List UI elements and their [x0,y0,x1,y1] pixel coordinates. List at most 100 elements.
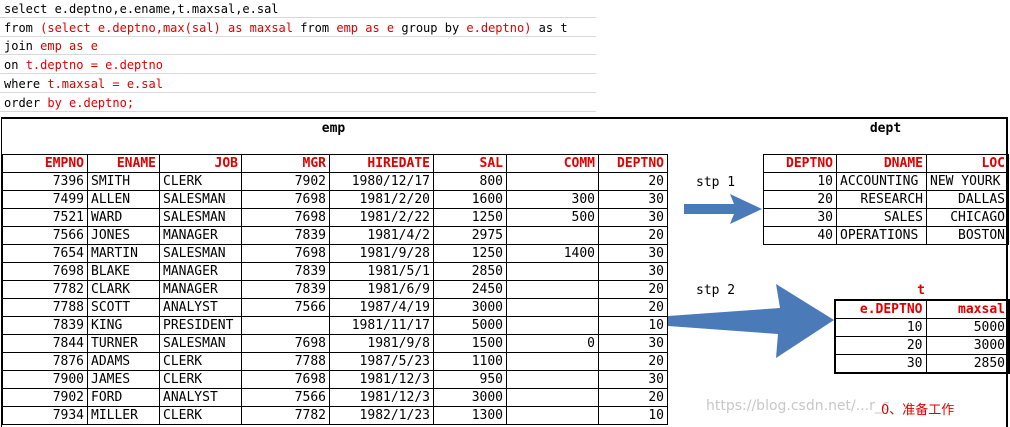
emp-cell: 7900 [2,370,88,389]
sql-token: t.deptno = e.deptno [25,58,163,73]
emp-header-cell: DEPTNO [598,154,668,173]
arrow-right-large-icon [668,284,834,358]
dept-header-cell: DNAME [836,154,927,173]
emp-cell: 7521 [2,208,88,227]
emp-cell: 7902 [241,172,330,191]
emp-cell: 1981/12/3 [329,388,434,407]
emp-cell [506,406,599,425]
emp-cell: 1500 [433,334,507,353]
emp-cell: 2975 [433,226,507,245]
table-row: 7654 MARTIN SALESMAN 7698 1981/9/28 1250 1400 3… [2,244,668,263]
emp-cell: 1981/6/9 [329,280,434,299]
emp-cell: 30 [598,262,668,281]
table-row: 10 5000 [834,318,1010,337]
emp-table: EMPNO ENAME JOB MGR HIREDATE SAL COMM DEPTNO 73… [2,154,668,425]
emp-cell: 0 [506,334,599,353]
emp-cell: 7782 [2,280,88,299]
dept-cell: 40 [763,226,837,245]
emp-cell: 7654 [2,244,88,263]
emp-cell: 1981/4/2 [329,226,434,245]
table-row: 7844 TURNER SALESMAN 7698 1981/9/8 1500 0 30 [2,334,668,353]
table-row: 7900 JAMES CLERK 7698 1981/12/3 950 30 [2,370,668,389]
emp-cell: 7698 [2,262,88,281]
dept-header-cell: LOC [926,154,1009,173]
dept-cell: 30 [763,208,837,227]
emp-cell: 7566 [241,298,330,317]
emp-cell: 30 [598,208,668,227]
sql-token: order [4,95,48,110]
sql-line: join emp as e [0,37,596,56]
emp-cell: 1982/1/23 [329,406,434,425]
emp-cell: 7788 [241,352,330,371]
emp-cell: 950 [433,370,507,389]
emp-cell: JAMES [87,370,160,389]
emp-cell: 1981/12/3 [329,370,434,389]
emp-cell: ANALYST [159,388,242,407]
emp-cell: PRESIDENT [159,316,242,335]
emp-cell: 7698 [241,370,330,389]
emp-cell: 30 [598,244,668,263]
sql-token: emp as e [40,39,98,54]
emp-cell: 7934 [2,406,88,425]
sql-token: group by [394,20,467,35]
emp-cell: 7839 [241,226,330,245]
emp-cell: 1981/11/17 [329,316,434,335]
emp-cell: SCOTT [87,298,160,317]
emp-cell: SALESMAN [159,334,242,353]
emp-cell: FORD [87,388,160,407]
emp-header-cell: EMPNO [2,154,88,173]
t-cell: 30 [834,354,927,374]
dept-cell: ACCOUNTING [836,172,927,191]
emp-cell: TURNER [87,334,160,353]
emp-cell [506,388,599,407]
emp-cell [506,298,599,317]
table-row: 40 OPERATIONS BOSTON [763,226,1009,245]
table-row: 7839 KING PRESIDENT 1981/11/17 5000 10 [2,316,668,335]
emp-cell: 7839 [241,262,330,281]
emp-cell: 7566 [2,226,88,245]
table-row: 30 2850 [834,354,1010,374]
emp-cell [241,316,330,335]
emp-header-cell: ENAME [87,154,160,173]
sql-token: where [4,76,48,91]
table-row: 7782 CLARK MANAGER 7839 1981/6/9 2450 20 [2,280,668,299]
dept-cell: DALLAS [926,190,1009,209]
emp-cell: KING [87,316,160,335]
emp-cell: SALESMAN [159,208,242,227]
dept-cell: 20 [763,190,837,209]
emp-cell: 20 [598,280,668,299]
table-row: 7566 JONES MANAGER 7839 1981/4/2 2975 20 [2,226,668,245]
emp-cell: MARTIN [87,244,160,263]
table-row: 7788 SCOTT ANALYST 7566 1987/4/19 3000 20 [2,298,668,317]
emp-cell: 1981/9/8 [329,334,434,353]
emp-cell: 7844 [2,334,88,353]
sql-token: emp as e [336,20,395,35]
table-row: 20 3000 [834,336,1010,355]
sql-token: from [293,20,337,35]
emp-cell: 1300 [433,406,507,425]
emp-cell: 500 [506,208,599,227]
t-cell: 3000 [925,336,1010,355]
emp-cell: 30 [598,334,668,353]
emp-cell: 7839 [2,316,88,335]
emp-cell: 20 [598,172,668,191]
dept-cell: OPERATIONS [836,226,927,245]
emp-header-cell: COMM [506,154,599,173]
emp-cell: 7839 [241,280,330,299]
emp-cell: 1100 [433,352,507,371]
emp-cell: CLERK [159,370,242,389]
t-cell: 20 [834,336,927,355]
emp-cell: BLAKE [87,262,160,281]
emp-cell: 7782 [241,406,330,425]
table-row: 7499 ALLEN SALESMAN 7698 1981/2/20 1600 300 30 [2,190,668,209]
sql-token: join [4,39,41,54]
emp-cell: 20 [598,388,668,407]
sql-line: select e.deptno,e.ename,t.maxsal,e.sal [0,0,596,18]
emp-cell: CLERK [159,172,242,191]
t-table: e.DEPTNO maxsal 10 5000 20 3000 30 2850 [834,299,1010,374]
emp-cell: 7698 [241,244,330,263]
emp-cell: 1987/5/23 [329,352,434,371]
table-row: 7934 MILLER CLERK 7782 1982/1/23 1300 10 [2,406,668,425]
emp-cell: 5000 [433,316,507,335]
table-row: 20 RESEARCH DALLAS [763,190,1009,209]
